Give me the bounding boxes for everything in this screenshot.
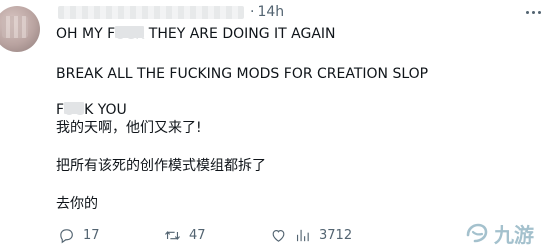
watermark: 九游 — [464, 219, 546, 247]
tweet-line-2: BREAK ALL THE FUCKING MODS FOR CREATION … — [56, 66, 429, 82]
line-1-start: OH MY F — [56, 26, 116, 42]
tweet-line-1: OH MY FUCK THEY ARE DOING IT AGAIN — [56, 25, 336, 43]
views-count: 3712 — [319, 227, 353, 243]
watermark-logo-icon — [466, 223, 488, 243]
retweet-icon — [164, 230, 181, 240]
redacted-username[interactable] — [58, 5, 244, 19]
like-button[interactable] — [270, 226, 287, 244]
watermark-text: 九游 — [494, 222, 534, 247]
more-icon[interactable] — [520, 4, 546, 20]
timestamp[interactable]: 14h — [257, 4, 284, 20]
time-separator: · — [250, 4, 255, 20]
line-1-end: THEY ARE DOING IT AGAIN — [144, 26, 336, 42]
line-3-end: K YOU — [84, 102, 127, 118]
avatar-blur — [2, 16, 28, 38]
reply-button[interactable]: 17 — [58, 226, 100, 244]
tweet-header: · 14h — [56, 1, 536, 23]
retweet-count: 47 — [189, 227, 206, 243]
tweet-line-5: 把所有该死的创作模式模组都拆了 — [56, 158, 266, 174]
reply-icon — [60, 228, 73, 243]
heart-icon — [272, 229, 285, 242]
views-icon — [296, 229, 309, 241]
line-3-start: F — [56, 102, 65, 118]
tweet-card[interactable]: · 14h OH MY FUCK THEY ARE DOING IT AGAIN… — [0, 0, 550, 251]
reply-count: 17 — [83, 227, 100, 243]
tweet-line-3: FUCK YOU — [56, 101, 127, 119]
tweet-line-4: 我的天啊，他们又来了! — [56, 120, 202, 136]
retweet-button[interactable]: 47 — [164, 226, 206, 244]
views-button[interactable]: 3712 — [294, 226, 352, 244]
censored-word: UC — [64, 102, 85, 119]
censored-word: UCK — [115, 26, 145, 43]
tweet-actions: 17 47 3712 — [56, 226, 356, 246]
tweet-line-6: 去你的 — [56, 196, 98, 212]
